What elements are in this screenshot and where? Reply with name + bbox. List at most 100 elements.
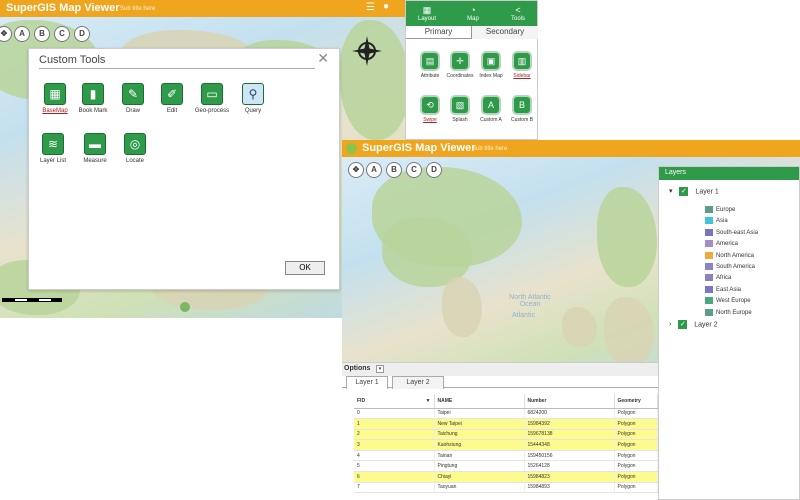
legend-item: North America xyxy=(705,251,754,259)
app-subtitle: Sub title here xyxy=(120,6,156,12)
chevron-down-icon[interactable]: ▾ xyxy=(669,188,673,195)
chevron-down-icon[interactable]: ▼ xyxy=(426,398,431,404)
table-row[interactable]: 6 Chiayi 15984823 Polygon xyxy=(354,471,658,483)
layer-2-row[interactable]: › ✓ Layer 2 xyxy=(669,320,718,329)
app-subtitle: Sub title here xyxy=(472,146,508,152)
attribute-button[interactable]: ▤ Attribute xyxy=(415,51,445,79)
tool-edit[interactable]: ✐ Edit xyxy=(152,83,192,114)
tools-button[interactable]: < Tools xyxy=(503,4,533,22)
app-title: SuperGIS Map Viewer xyxy=(362,142,476,154)
checkbox-icon[interactable]: ✓ xyxy=(679,187,689,196)
tool-label: Query xyxy=(244,108,262,114)
ruler-icon: ▬ xyxy=(84,133,106,155)
table-cell-number: 15444348 xyxy=(524,439,615,451)
legend-label: South-east Asia xyxy=(716,229,759,236)
table-row[interactable]: 1 New Taipei 15984392 Polygon xyxy=(354,418,658,430)
app-logo-icon xyxy=(346,143,357,154)
button-label: Attribute xyxy=(420,73,440,79)
coordinates-button[interactable]: ✛ Coordinates xyxy=(445,51,475,79)
back-title-bar: SuperGIS Map Viewer Sub title here ☰ ● xyxy=(0,0,405,17)
nav-pan-icon[interactable]: ✥ xyxy=(348,162,364,178)
map-button-c[interactable]: C xyxy=(54,26,70,42)
layout-icon: ▦ xyxy=(422,5,432,15)
legend-item: East Asia xyxy=(705,285,741,293)
legend-swatch xyxy=(705,308,713,316)
legend-swatch xyxy=(705,240,713,248)
column-geometry[interactable]: Geometry xyxy=(614,394,658,409)
table-cell-geo: Polygon xyxy=(614,471,658,483)
table-cell-fid: 7 xyxy=(354,482,435,494)
tool-measure[interactable]: ▬ Measure xyxy=(75,133,115,164)
map-button-a[interactable]: A xyxy=(366,162,382,178)
table-cell-name: Tainan xyxy=(434,450,525,462)
table-icon: ▤ xyxy=(420,51,440,71)
map-button-b[interactable]: B xyxy=(34,26,50,42)
table-cell-number: 15264128 xyxy=(524,460,615,473)
ok-button[interactable]: OK xyxy=(285,261,325,275)
button-label: Custom A xyxy=(480,117,502,123)
tool-label: Draw xyxy=(125,108,140,114)
chat-icon[interactable]: ● xyxy=(383,1,389,12)
table-row[interactable]: 5 Pingtung 15264128 Polygon xyxy=(354,460,658,473)
options-bar: Options ▾ xyxy=(342,362,658,376)
layer-1-label: Layer 1 xyxy=(695,188,719,196)
table-cell-number: 15984893 xyxy=(524,482,615,494)
ocean-label-atlantic: Atlantic xyxy=(512,312,535,319)
tool-bookmark[interactable]: ▮ Book Mark xyxy=(73,83,113,114)
custom-b-button[interactable]: B Custom B xyxy=(507,95,537,123)
tool-label: Edit xyxy=(166,108,178,114)
map-button-a[interactable]: A xyxy=(14,26,30,42)
column-fid[interactable]: FID ▼ xyxy=(354,394,435,409)
tab-layer-1[interactable]: Layer 1 xyxy=(346,376,388,389)
column-number[interactable]: Number xyxy=(524,394,615,409)
button-label: Splash xyxy=(452,117,468,123)
tab-layer-2[interactable]: Layer 2 xyxy=(392,376,444,389)
table-cell-fid: 3 xyxy=(354,439,435,451)
table-row[interactable]: 3 Kaohsiung 15444348 Polygon xyxy=(354,439,658,451)
chevron-right-icon[interactable]: › xyxy=(669,321,671,328)
tool-layer-list[interactable]: ≋ Layer List xyxy=(33,133,73,164)
tool-locate[interactable]: ◎ Locate xyxy=(115,133,155,164)
swipe-button[interactable]: ⟲ Swipe xyxy=(415,95,445,123)
map-button-d[interactable]: D xyxy=(426,162,442,178)
table-row[interactable]: 4 Tainan 159450156 Polygon xyxy=(354,450,658,462)
map-button-c[interactable]: C xyxy=(406,162,422,178)
table-cell-name: Taoyuan xyxy=(434,482,525,494)
layer-1-row[interactable]: ▾ ✓ Layer 1 xyxy=(669,187,719,196)
map-button-b[interactable]: B xyxy=(386,162,402,178)
legend-swatch xyxy=(705,251,713,259)
tab-primary[interactable]: Primary xyxy=(406,26,472,39)
list-icon[interactable]: ☰ xyxy=(366,2,375,13)
map-button-d[interactable]: D xyxy=(74,26,90,42)
checkbox-icon[interactable]: ✓ xyxy=(678,320,688,329)
layout-button[interactable]: ▦ Layout xyxy=(412,4,442,22)
table-row[interactable]: 0 Taipei 6824200 Polygon xyxy=(354,408,658,420)
close-icon[interactable]: ✕ xyxy=(317,50,329,67)
splash-button[interactable]: ▧ Splash xyxy=(445,95,475,123)
tool-query[interactable]: ⚲ Query xyxy=(233,83,273,114)
sidebar-button[interactable]: ▥ Sidebar xyxy=(507,51,537,79)
custom-a-icon: A xyxy=(481,95,501,115)
options-dropdown-icon[interactable]: ▾ xyxy=(376,365,384,373)
crosshair-icon: ✛ xyxy=(450,51,470,71)
tool-geoprocess[interactable]: ▭ Geo-process xyxy=(192,83,232,114)
tool-basemap[interactable]: ▦ BaseMap xyxy=(35,83,75,114)
map-tab-button[interactable]: ◔ Map xyxy=(458,4,488,22)
legend-swatch xyxy=(705,206,713,213)
custom-a-button[interactable]: A Custom A xyxy=(476,95,506,123)
options-label[interactable]: Options xyxy=(344,365,370,372)
tab-secondary[interactable]: Secondary xyxy=(472,26,538,39)
table-cell-number: 15984823 xyxy=(524,471,615,483)
table-row[interactable]: 2 Taichung 159678138 Polygon xyxy=(354,429,658,441)
custom-b-icon: B xyxy=(512,95,532,115)
table-cell-fid: 1 xyxy=(354,418,435,430)
table-row[interactable]: 7 Taoyuan 15984893 Polygon xyxy=(354,482,658,494)
tool-label: Geo-process xyxy=(194,108,230,114)
table-cell-geo: Polygon xyxy=(614,439,658,451)
table-cell-fid: 2 xyxy=(354,429,435,441)
pencil-icon: ✎ xyxy=(122,83,144,105)
tool-draw[interactable]: ✎ Draw xyxy=(113,83,153,114)
legend-swatch xyxy=(705,217,713,225)
index-map-button[interactable]: ▣ Index Map xyxy=(476,51,506,79)
column-name[interactable]: NAME xyxy=(434,394,525,409)
